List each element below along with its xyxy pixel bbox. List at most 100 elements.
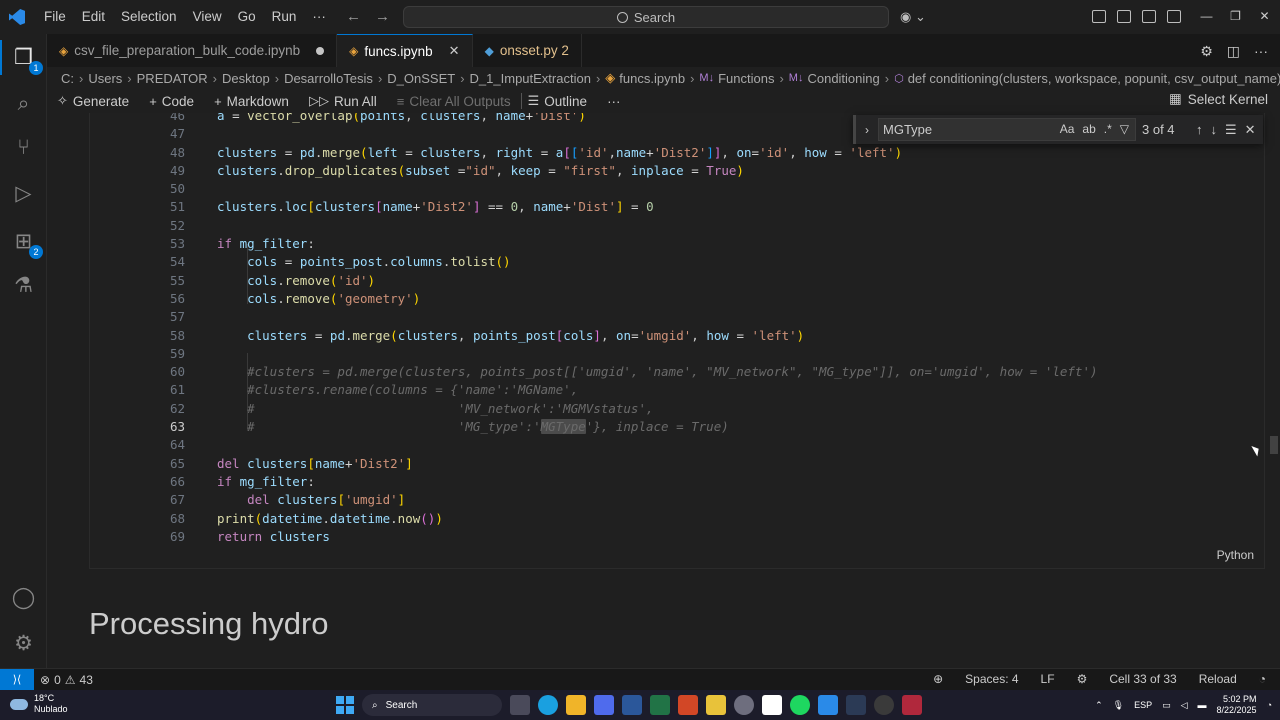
breadcrumb-item[interactable]: D_OnSSET bbox=[387, 71, 455, 86]
app-icon[interactable] bbox=[902, 695, 922, 715]
steam-icon[interactable] bbox=[846, 695, 866, 715]
find-input[interactable]: MGType Aa ab .* ▽ bbox=[878, 118, 1136, 141]
menu-edit[interactable]: Edit bbox=[74, 0, 113, 34]
notebook-layout-icon[interactable]: ⚙ bbox=[1077, 672, 1088, 686]
copilot-icon[interactable]: ◉ ⌄ bbox=[900, 9, 926, 25]
outline-button[interactable]: ☰ Outline bbox=[528, 93, 587, 109]
toggle-primary-sidebar-icon[interactable] bbox=[1117, 10, 1131, 23]
vscode-taskbar-icon[interactable] bbox=[818, 695, 838, 715]
back-arrow-icon[interactable]: ← bbox=[346, 8, 361, 25]
close-window-icon[interactable]: ✕ bbox=[1250, 5, 1279, 27]
code-cell[interactable]: 46 a = vector_overlap(points, clusters, n… bbox=[89, 113, 1265, 569]
explorer-icon[interactable]: ❐ 1 bbox=[10, 44, 43, 75]
menu-selection[interactable]: Selection bbox=[113, 0, 185, 34]
word-icon[interactable] bbox=[622, 695, 642, 715]
generate-button[interactable]: ✧ Generate bbox=[57, 93, 129, 109]
toggle-panel-icon[interactable] bbox=[1142, 10, 1156, 23]
minimize-icon[interactable]: — bbox=[1192, 5, 1221, 27]
input-language[interactable]: ESP bbox=[1134, 700, 1152, 710]
weather-widget[interactable]: 18°C Nublado bbox=[10, 693, 68, 715]
menu-more[interactable]: ··· bbox=[304, 0, 334, 34]
toggle-replace-chevron-icon[interactable]: › bbox=[856, 123, 878, 137]
eol-status[interactable]: LF bbox=[1041, 672, 1055, 686]
notebook-editor[interactable]: 46 a = vector_overlap(points, clusters, n… bbox=[47, 113, 1280, 668]
cell-position-status[interactable]: Cell 33 of 33 bbox=[1109, 672, 1176, 686]
breadcrumb-item[interactable]: PREDATOR bbox=[137, 71, 208, 86]
forward-arrow-icon[interactable]: → bbox=[375, 8, 390, 25]
breadcrumb-item[interactable]: Desktop bbox=[222, 71, 270, 86]
teams-icon[interactable] bbox=[594, 695, 614, 715]
select-kernel-button[interactable]: ▦ Select Kernel bbox=[1169, 91, 1268, 107]
remote-indicator-icon[interactable]: ⟩⟨ bbox=[0, 668, 34, 691]
add-markdown-cell-button[interactable]: + Markdown bbox=[214, 94, 289, 109]
restore-icon[interactable]: ❐ bbox=[1221, 5, 1250, 27]
windows-start-icon[interactable] bbox=[336, 696, 354, 714]
add-code-cell-button[interactable]: + Code bbox=[149, 94, 194, 109]
notion-icon[interactable] bbox=[762, 695, 782, 715]
toggle-secondary-sidebar-icon[interactable] bbox=[1167, 10, 1181, 23]
indentation-status[interactable]: Spaces: 4 bbox=[965, 672, 1018, 686]
search-view-icon[interactable]: ⌕ bbox=[10, 90, 37, 117]
use-regex-icon[interactable]: .* bbox=[1104, 122, 1112, 136]
network-icon[interactable]: ▭ bbox=[1162, 700, 1171, 711]
breadcrumb-item[interactable]: D_1_ImputExtraction bbox=[470, 71, 591, 86]
more-actions-icon[interactable]: ··· bbox=[1254, 43, 1268, 60]
notifications-bell-icon[interactable]: ◔ bbox=[1259, 672, 1266, 686]
tab-csv-file-preparation[interactable]: ◈ csv_file_preparation_bulk_code.ipynb bbox=[47, 34, 338, 67]
menu-go[interactable]: Go bbox=[230, 0, 264, 34]
github-icon[interactable] bbox=[734, 695, 754, 715]
excel-icon[interactable] bbox=[650, 695, 670, 715]
tab-onsset[interactable]: ◆ onsset.py 2 bbox=[473, 34, 582, 67]
problems-indicator[interactable]: ⊗ 0 ⚠ 43 bbox=[40, 673, 93, 687]
chatgpt-icon[interactable] bbox=[874, 695, 894, 715]
cell-language-label[interactable]: Python bbox=[1217, 548, 1254, 562]
clear-all-outputs-button[interactable]: ≡ Clear All Outputs bbox=[397, 94, 511, 109]
microphone-icon[interactable]: 🎙 bbox=[1113, 700, 1124, 711]
menu-file[interactable]: File bbox=[36, 0, 74, 34]
more-toolbar-actions[interactable]: ··· bbox=[607, 94, 621, 109]
match-case-icon[interactable]: Aa bbox=[1060, 122, 1075, 136]
testing-icon[interactable]: ⚗ bbox=[10, 272, 37, 299]
accounts-icon[interactable]: ◯ bbox=[10, 584, 37, 611]
notification-center-icon[interactable]: ◔ bbox=[1267, 700, 1272, 710]
close-tab-icon[interactable]: ✕ bbox=[449, 43, 460, 59]
run-all-button[interactable]: ▷▷ Run All bbox=[309, 93, 377, 109]
battery-icon[interactable]: ▬ bbox=[1198, 700, 1207, 710]
breadcrumb-item[interactable]: Functions bbox=[718, 71, 774, 86]
extensions-icon[interactable]: ⊞ 2 bbox=[10, 228, 43, 259]
zoom-icon[interactable]: ⊕ bbox=[933, 672, 943, 686]
breadcrumb-item[interactable]: funcs.ipynb bbox=[619, 71, 685, 86]
notebook-settings-icon[interactable]: ⚙ bbox=[1200, 43, 1213, 60]
reload-status[interactable]: Reload bbox=[1199, 672, 1237, 686]
breadcrumb-item[interactable]: def conditioning(clusters, workspace, po… bbox=[908, 71, 1280, 86]
volume-icon[interactable]: ◁ bbox=[1181, 700, 1188, 711]
close-find-icon[interactable]: ✕ bbox=[1245, 122, 1256, 138]
previous-match-icon[interactable]: ↑ bbox=[1196, 122, 1203, 138]
file-explorer-icon[interactable] bbox=[566, 695, 586, 715]
match-whole-word-icon[interactable]: ab bbox=[1082, 122, 1095, 136]
clock[interactable]: 5:02 PM 8/22/2025 bbox=[1217, 694, 1257, 716]
breadcrumb-item[interactable]: DesarrolloTesis bbox=[284, 71, 373, 86]
find-filter-icon[interactable]: ▽ bbox=[1120, 122, 1129, 136]
tab-funcs[interactable]: ◈ funcs.ipynb ✕ bbox=[337, 34, 473, 67]
breadcrumb-item[interactable]: Conditioning bbox=[807, 71, 879, 86]
taskbar-search[interactable]: ⌕ Search bbox=[362, 694, 502, 716]
command-center-search[interactable]: Search bbox=[403, 6, 889, 28]
powerpoint-icon[interactable] bbox=[678, 695, 698, 715]
split-editor-icon[interactable]: ◫ bbox=[1227, 43, 1240, 60]
settings-gear-icon[interactable]: ⚙ bbox=[10, 630, 37, 657]
source-control-icon[interactable]: ⑂ bbox=[10, 134, 37, 161]
menu-view[interactable]: View bbox=[185, 0, 230, 34]
spotify-icon[interactable] bbox=[790, 695, 810, 715]
sticky-notes-icon[interactable] bbox=[706, 695, 726, 715]
menu-run[interactable]: Run bbox=[264, 0, 305, 34]
task-view-icon[interactable] bbox=[510, 695, 530, 715]
scrollbar-thumb[interactable] bbox=[1270, 436, 1278, 454]
breadcrumb-item[interactable]: C: bbox=[61, 71, 74, 86]
breadcrumb-item[interactable]: Users bbox=[88, 71, 122, 86]
find-in-selection-icon[interactable]: ☰ bbox=[1225, 122, 1237, 138]
unsaved-dot-icon[interactable] bbox=[316, 46, 325, 55]
next-match-icon[interactable]: ↓ bbox=[1211, 122, 1218, 138]
run-debug-icon[interactable]: ▷ bbox=[10, 180, 37, 207]
show-hidden-icons[interactable]: ⌃ bbox=[1095, 700, 1103, 711]
